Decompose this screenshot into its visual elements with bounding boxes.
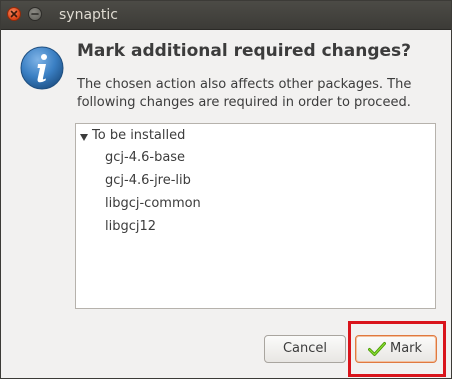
dialog-heading: Mark additional required changes? (77, 41, 412, 61)
dialog-description: The chosen action also affects other pac… (77, 76, 447, 112)
package-item[interactable]: gcj-4.6-base (105, 150, 185, 165)
checkmark-icon (368, 342, 386, 356)
close-icon (10, 10, 18, 18)
mark-button[interactable]: Mark (355, 335, 437, 363)
description-line: following changes are required in order … (77, 95, 411, 110)
title-bar[interactable]: synaptic (1, 1, 451, 30)
expander-triangle-icon[interactable] (80, 134, 88, 141)
window-title: synaptic (59, 7, 118, 23)
package-item[interactable]: libgcj-common (105, 196, 201, 211)
dialog-window: synaptic Mark additional required change… (0, 0, 452, 379)
description-line: The chosen action also affects other pac… (77, 77, 412, 92)
close-window-button[interactable] (7, 7, 21, 21)
package-item[interactable]: gcj-4.6-jre-lib (105, 173, 191, 188)
info-icon (20, 46, 64, 90)
minimize-window-button[interactable] (28, 7, 42, 21)
tree-group-to-be-installed[interactable]: To be installed (76, 127, 435, 147)
package-item[interactable]: libgcj12 (105, 219, 156, 234)
changes-tree[interactable]: To be installed gcj-4.6-base gcj-4.6-jre… (75, 123, 436, 309)
mark-button-label: Mark (390, 341, 423, 356)
tree-group-label: To be installed (92, 128, 186, 143)
cancel-button[interactable]: Cancel (264, 335, 346, 363)
minimize-icon (31, 13, 39, 15)
